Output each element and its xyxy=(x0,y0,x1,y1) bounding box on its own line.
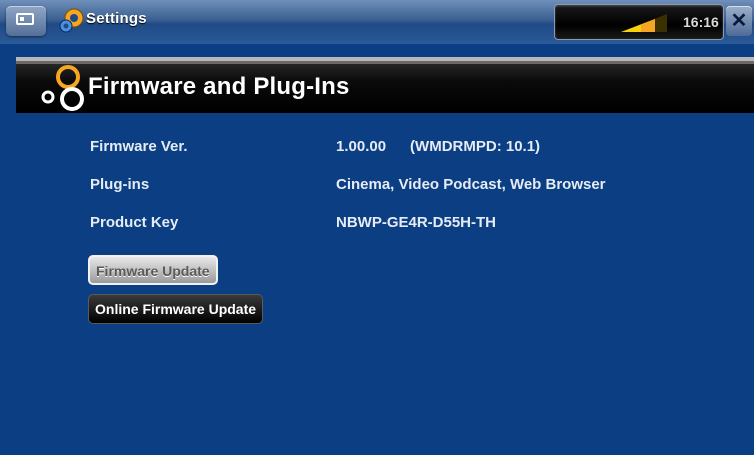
settings-screen: Settings 16:16 ✕ Firmware and Plug-Ins F… xyxy=(0,0,754,455)
firmware-drm-version: (WMDRMPD: 10.1) xyxy=(410,138,541,155)
status-box: 16:16 xyxy=(554,4,724,40)
plugins-value: Cinema, Video Podcast, Web Browser xyxy=(336,176,606,193)
window-title: Settings xyxy=(86,10,147,27)
product-key-label: Product Key xyxy=(90,214,179,231)
online-firmware-update-button[interactable]: Online Firmware Update xyxy=(88,294,264,324)
product-key-row: Product Key NBWP-GE4R-D55H-TH xyxy=(0,214,754,238)
home-icon xyxy=(16,13,34,25)
firmware-update-button[interactable]: Firmware Update xyxy=(88,255,218,285)
home-button[interactable] xyxy=(6,6,46,36)
plugins-label: Plug-ins xyxy=(90,176,150,193)
settings-gear-icon xyxy=(59,8,84,33)
section-header: Firmware and Plug-Ins xyxy=(16,57,754,113)
close-button[interactable]: ✕ xyxy=(726,6,752,36)
firmware-version-number: 1.00.00 xyxy=(336,138,387,155)
plugins-row: Plug-ins Cinema, Video Podcast, Web Brow… xyxy=(0,176,754,200)
battery-icon xyxy=(621,14,667,32)
top-bar: Settings 16:16 ✕ xyxy=(0,0,754,44)
section-title: Firmware and Plug-Ins xyxy=(88,73,350,100)
product-key-value: NBWP-GE4R-D55H-TH xyxy=(336,214,497,231)
firmware-version-row: Firmware Ver. 1.00.00 (WMDRMPD: 10.1) xyxy=(0,138,754,162)
firmware-version-value: 1.00.00 (WMDRMPD: 10.1) xyxy=(336,138,540,155)
firmware-version-label: Firmware Ver. xyxy=(90,138,188,155)
plugin-gears-icon xyxy=(41,65,84,111)
clock-text: 16:16 xyxy=(683,14,719,30)
close-icon: ✕ xyxy=(730,10,748,32)
